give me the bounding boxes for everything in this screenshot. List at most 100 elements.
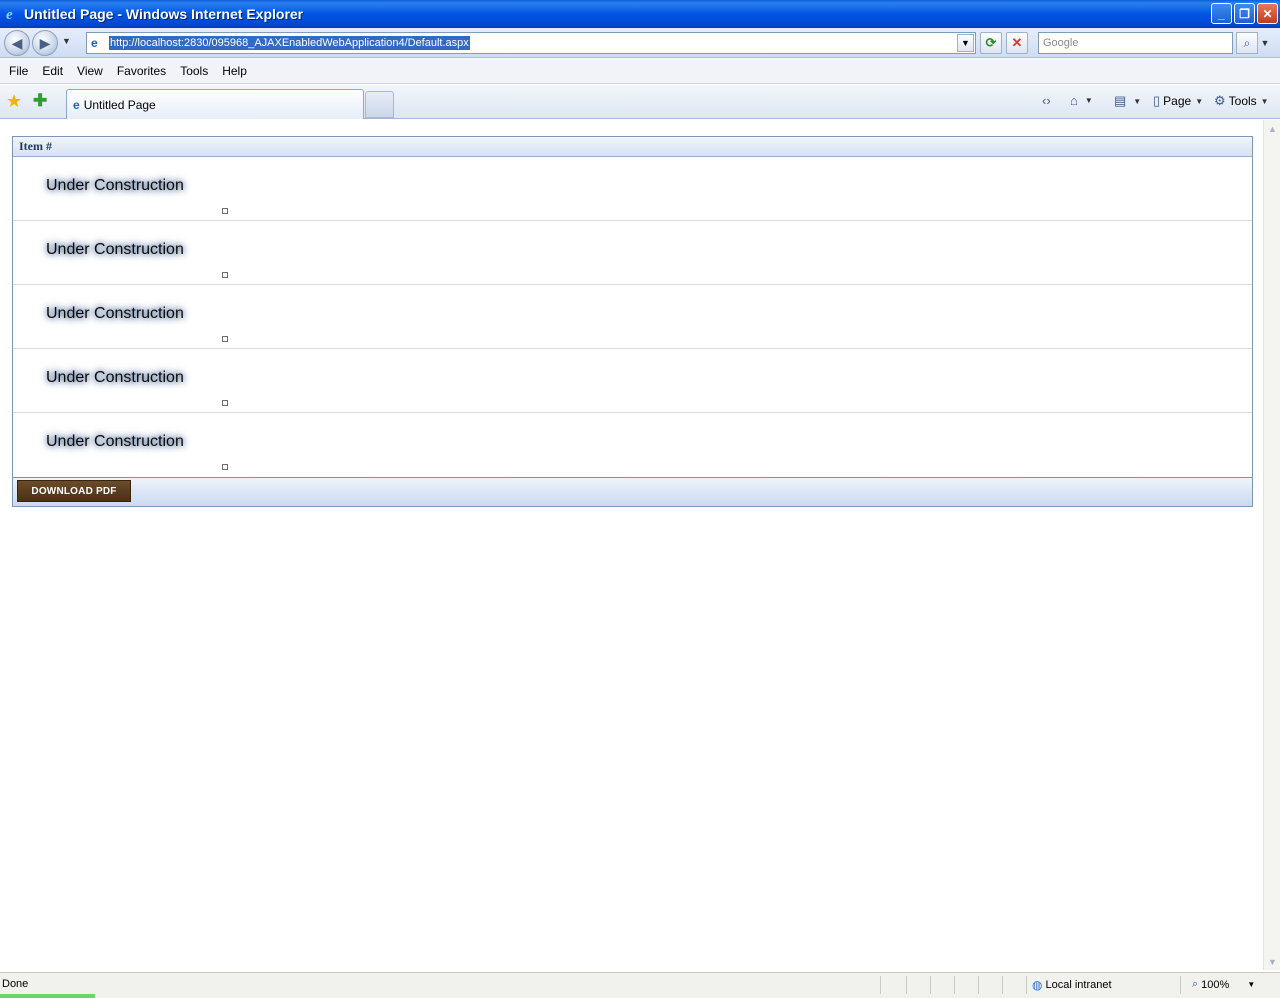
status-divider: [906, 976, 907, 994]
menu-view[interactable]: View: [77, 64, 103, 78]
menu-favorites[interactable]: Favorites: [117, 64, 166, 78]
table-row: Under Construction: [13, 413, 1252, 477]
menu-bar: File Edit View Favorites Tools Help: [0, 59, 1280, 84]
table-row: Under Construction: [13, 349, 1252, 413]
status-divider: [930, 976, 931, 994]
row-checkbox[interactable]: [222, 272, 228, 278]
vertical-scrollbar[interactable]: ▲ ▼: [1263, 120, 1280, 970]
address-input[interactable]: e http://localhost:2830/095968_AJAXEnabl…: [86, 32, 976, 54]
ie-logo-icon: e: [4, 6, 20, 23]
column-header-item-number[interactable]: Item #: [19, 139, 52, 154]
chevron-down-icon[interactable]: ▼: [1085, 96, 1093, 105]
page-menu-button[interactable]: ▯ Page ▼: [1153, 93, 1203, 109]
restore-button[interactable]: ❐: [1234, 3, 1255, 24]
status-text: Done: [2, 978, 29, 990]
chevron-down-icon[interactable]: ▼: [1133, 97, 1141, 106]
table-row: Under Construction: [13, 157, 1252, 221]
status-divider: [978, 976, 979, 994]
menu-file[interactable]: File: [9, 64, 28, 78]
minimize-button[interactable]: _: [1211, 3, 1232, 24]
status-divider: [1026, 976, 1027, 994]
feeds-icon: ‹›: [1042, 93, 1051, 108]
history-dropdown-button[interactable]: ▼: [62, 36, 71, 46]
back-button[interactable]: ◀: [4, 30, 30, 56]
chevron-down-icon[interactable]: ▼: [1247, 980, 1255, 989]
download-pdf-button[interactable]: DOWNLOAD PDF: [17, 480, 131, 502]
forward-button[interactable]: ▶: [32, 30, 58, 56]
data-grid: Item # Under Construction Under Construc…: [12, 136, 1253, 507]
status-bar: Done ◍ Local intranet ⌕ 100% ▼: [0, 972, 1280, 998]
gear-icon: ⚙: [1214, 93, 1226, 108]
row-label: Under Construction: [46, 305, 184, 322]
row-label: Under Construction: [46, 433, 184, 450]
home-icon: ⌂: [1070, 93, 1078, 108]
search-button[interactable]: ⌕: [1236, 32, 1258, 54]
close-button[interactable]: ✕: [1257, 3, 1278, 24]
page-icon: ▯: [1153, 93, 1161, 108]
row-label: Under Construction: [46, 177, 184, 194]
menu-tools[interactable]: Tools: [180, 64, 208, 78]
page-menu-label: Page: [1163, 94, 1192, 108]
new-tab-button[interactable]: [365, 91, 394, 118]
stop-button[interactable]: ✕: [1006, 32, 1028, 54]
menu-edit[interactable]: Edit: [42, 64, 63, 78]
ie-page-icon: e: [73, 97, 80, 112]
menu-help[interactable]: Help: [222, 64, 247, 78]
star-icon: ★: [6, 91, 23, 111]
status-divider: [1180, 976, 1181, 994]
address-toolbar: ◀ ▶ ▼ e http://localhost:2830/095968_AJA…: [0, 28, 1280, 58]
search-options-dropdown[interactable]: ▼: [1259, 32, 1271, 54]
table-row: Under Construction: [13, 285, 1252, 349]
add-favorites-button[interactable]: ✚: [33, 91, 47, 111]
status-divider: [1002, 976, 1003, 994]
home-button[interactable]: ⌂ ▼: [1070, 93, 1093, 108]
search-icon: ⌕: [1243, 35, 1251, 50]
row-label: Under Construction: [46, 369, 184, 386]
row-checkbox[interactable]: [222, 208, 228, 214]
search-placeholder: Google: [1043, 37, 1079, 49]
scroll-down-icon[interactable]: ▼: [1267, 956, 1278, 967]
zone-label: Local intranet: [1045, 979, 1112, 991]
printer-icon: ▤: [1114, 93, 1127, 108]
grid-footer: DOWNLOAD PDF: [13, 477, 1252, 506]
tab-untitled-page[interactable]: e Untitled Page: [66, 89, 364, 119]
stop-icon: ✕: [1011, 35, 1023, 50]
zoom-control[interactable]: ⌕ 100% ▼: [1192, 978, 1255, 991]
svg-text:e: e: [6, 7, 13, 22]
row-label: Under Construction: [46, 241, 184, 258]
row-checkbox[interactable]: [222, 464, 228, 470]
window-controls: _ ❐ ✕: [1211, 3, 1278, 24]
window-title: Untitled Page - Windows Internet Explore…: [24, 6, 304, 22]
refresh-icon: ⟳: [985, 35, 997, 50]
arrow-right-icon: ▶: [39, 34, 51, 51]
security-zone[interactable]: ◍ Local intranet: [1032, 978, 1112, 992]
address-dropdown-button[interactable]: ▼: [957, 34, 974, 52]
tab-bar: ★ ✚ e Untitled Page ‹› ⌂ ▼ ▤ ▼ ▯ Page ▼ ⚙ Too…: [0, 85, 1280, 119]
tools-menu-button[interactable]: ⚙ Tools ▼: [1214, 93, 1269, 109]
window-titlebar: e Untitled Page - Windows Internet Explo…: [0, 0, 1280, 28]
add-star-icon: ✚: [33, 91, 48, 110]
progress-bar: [0, 994, 95, 998]
zoom-icon: ⌕: [1192, 978, 1199, 990]
search-input[interactable]: Google: [1038, 32, 1233, 54]
scroll-up-icon[interactable]: ▲: [1267, 123, 1278, 134]
url-text[interactable]: http://localhost:2830/095968_AJAXEnabled…: [109, 36, 470, 50]
favorites-center-button[interactable]: ★: [6, 91, 22, 112]
chevron-down-icon: ▼: [1260, 96, 1269, 106]
table-row: Under Construction: [13, 221, 1252, 285]
arrow-left-icon: ◀: [11, 34, 23, 51]
page-content: Item # Under Construction Under Construc…: [1, 120, 1264, 970]
row-checkbox[interactable]: [222, 336, 228, 342]
tab-label: Untitled Page: [83, 97, 156, 112]
grid-header: Item #: [13, 137, 1252, 157]
refresh-button[interactable]: ⟳: [980, 32, 1002, 54]
zoom-level: 100%: [1201, 978, 1230, 991]
page-icon: e: [91, 36, 98, 50]
status-divider: [880, 976, 881, 994]
row-checkbox[interactable]: [222, 400, 228, 406]
print-button[interactable]: ▤ ▼: [1114, 93, 1141, 109]
chevron-down-icon: ▼: [1195, 96, 1204, 106]
status-divider: [954, 976, 955, 994]
feeds-button[interactable]: ‹›: [1042, 93, 1054, 108]
tools-menu-label: Tools: [1228, 94, 1257, 108]
